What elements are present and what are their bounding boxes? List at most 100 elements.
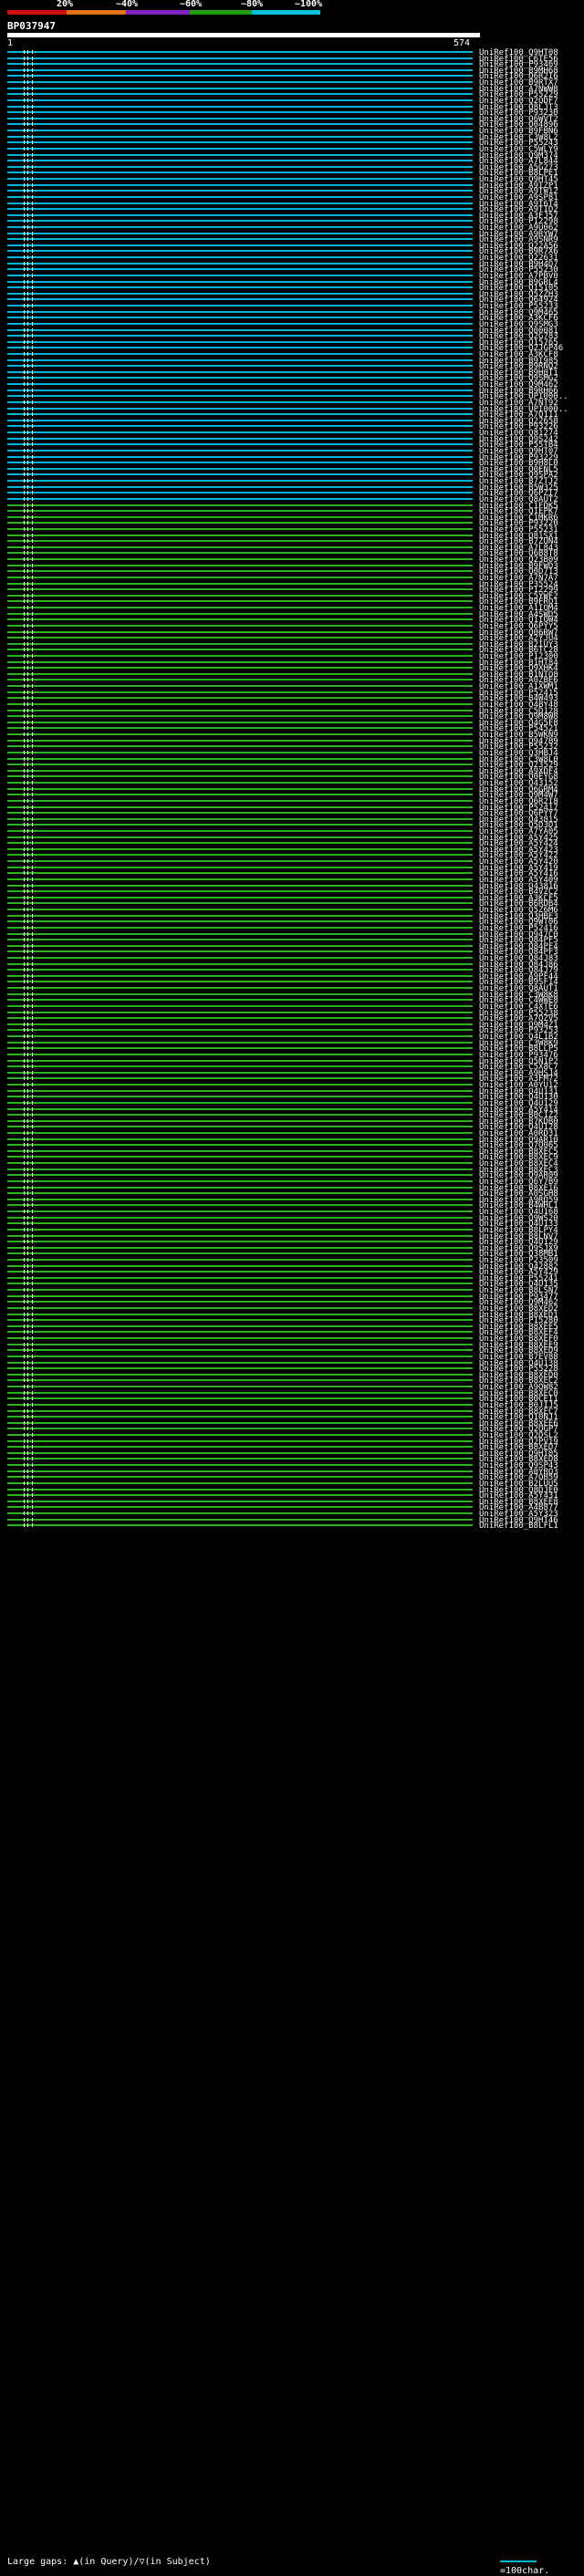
- gap-marker: [27, 310, 28, 314]
- gap-marker: [27, 286, 28, 289]
- gap-marker: [27, 1361, 28, 1365]
- gap-marker: [24, 889, 25, 893]
- gap-marker: [24, 1324, 25, 1328]
- gap-marker: [32, 1427, 33, 1430]
- gap-marker: [24, 479, 25, 483]
- hit-alignment-bar: [7, 1457, 473, 1460]
- gap-marker: [27, 1198, 28, 1201]
- gap-marker: [24, 599, 25, 603]
- gap-marker: [27, 334, 28, 338]
- hit-alignment-bar: [7, 237, 473, 241]
- gap-marker: [32, 334, 33, 338]
- gap-marker: [24, 1511, 25, 1515]
- hit-alignment-bar: [7, 509, 473, 513]
- hit-alignment-bar: [7, 400, 473, 404]
- hit-alignment-bar: [7, 811, 473, 815]
- gap-marker: [27, 1470, 28, 1473]
- hit-alignment-bar: [7, 105, 473, 109]
- gap-marker: [32, 1161, 33, 1165]
- gap-marker: [27, 709, 28, 712]
- hit-alignment-bar: [7, 1373, 473, 1376]
- gap-marker: [24, 1216, 25, 1220]
- query-id: BP037947: [7, 20, 56, 32]
- gap-marker: [24, 292, 25, 296]
- gap-marker: [24, 1518, 25, 1522]
- gap-marker: [24, 297, 25, 301]
- hit-alignment-bar: [7, 956, 473, 960]
- gap-marker: [27, 159, 28, 162]
- gap-marker: [27, 721, 28, 724]
- gap-marker: [24, 1240, 25, 1243]
- gap-marker: [32, 280, 33, 284]
- gap-marker: [27, 527, 28, 531]
- hit-alignment-bar: [7, 1493, 473, 1497]
- gap-marker: [24, 702, 25, 706]
- gap-marker: [27, 1324, 28, 1328]
- hit-alignment-bar: [7, 836, 473, 839]
- gap-marker: [32, 1046, 33, 1050]
- gap-marker: [24, 1313, 25, 1316]
- gap-marker: [24, 950, 25, 953]
- gap-marker: [32, 479, 33, 483]
- gap-marker: [24, 1095, 25, 1098]
- gap-marker: [24, 612, 25, 616]
- gap-marker: [27, 599, 28, 603]
- hit-alignment-bar: [7, 527, 473, 531]
- gap-marker: [24, 1203, 25, 1207]
- hit-alignment-bar: [7, 998, 473, 1002]
- gap-marker: [24, 1488, 25, 1491]
- gap-marker: [27, 1076, 28, 1080]
- gap-marker: [32, 1270, 33, 1273]
- hit-alignment-bar: [7, 1523, 473, 1527]
- gap-marker: [24, 557, 25, 561]
- gap-marker: [24, 1348, 25, 1352]
- hit-alignment-bar: [7, 467, 473, 471]
- gap-marker: [24, 1046, 25, 1050]
- gap-marker: [24, 1378, 25, 1382]
- hit-alignment-bar: [7, 1318, 473, 1322]
- gap-marker: [27, 129, 28, 132]
- gap-marker: [32, 1348, 33, 1352]
- gap-marker: [32, 534, 33, 537]
- gap-marker: [27, 87, 28, 90]
- gap-marker: [32, 1016, 33, 1020]
- hit-alignment-bar: [7, 980, 473, 983]
- hit-alignment-bar: [7, 473, 473, 476]
- hit-alignment-bar: [7, 1336, 473, 1340]
- hit-row[interactable]: UniRef100_B8LFL1: [0, 1522, 584, 1531]
- hit-label[interactable]: UniRef100_B8LFL1: [479, 1522, 558, 1531]
- gap-marker: [24, 455, 25, 459]
- gap-marker: [24, 859, 25, 863]
- gap-marker: [32, 1300, 33, 1304]
- gap-marker: [24, 1415, 25, 1418]
- gap-marker: [32, 412, 33, 416]
- scale-bar: [500, 2560, 537, 2562]
- gap-marker: [27, 370, 28, 374]
- gap-marker: [27, 1282, 28, 1285]
- hit-alignment-bar: [7, 599, 473, 603]
- gap-marker: [32, 1330, 33, 1334]
- gap-marker: [24, 1186, 25, 1189]
- gap-marker: [24, 442, 25, 446]
- gap-marker: [27, 642, 28, 646]
- gap-marker: [27, 376, 28, 379]
- gap-marker: [27, 455, 28, 459]
- hit-alignment-bar: [7, 1258, 473, 1262]
- gap-marker: [27, 1179, 28, 1183]
- gap-marker: [24, 1113, 25, 1117]
- gap-marker: [27, 696, 28, 700]
- hit-alignment-bar: [7, 1228, 473, 1231]
- gap-marker: [24, 956, 25, 960]
- gap-marker: [24, 678, 25, 681]
- hit-alignment-bar: [7, 1168, 473, 1171]
- gap-marker: [27, 551, 28, 555]
- gap-marker: [24, 799, 25, 803]
- gap-marker: [24, 1221, 25, 1225]
- gap-marker: [32, 1343, 33, 1346]
- gap-marker: [24, 1481, 25, 1485]
- hit-alignment-bar: [7, 709, 473, 712]
- hit-alignment-bar: [7, 1355, 473, 1358]
- hit-alignment-bar: [7, 437, 473, 441]
- gap-marker: [24, 896, 25, 899]
- gap-marker: [32, 896, 33, 899]
